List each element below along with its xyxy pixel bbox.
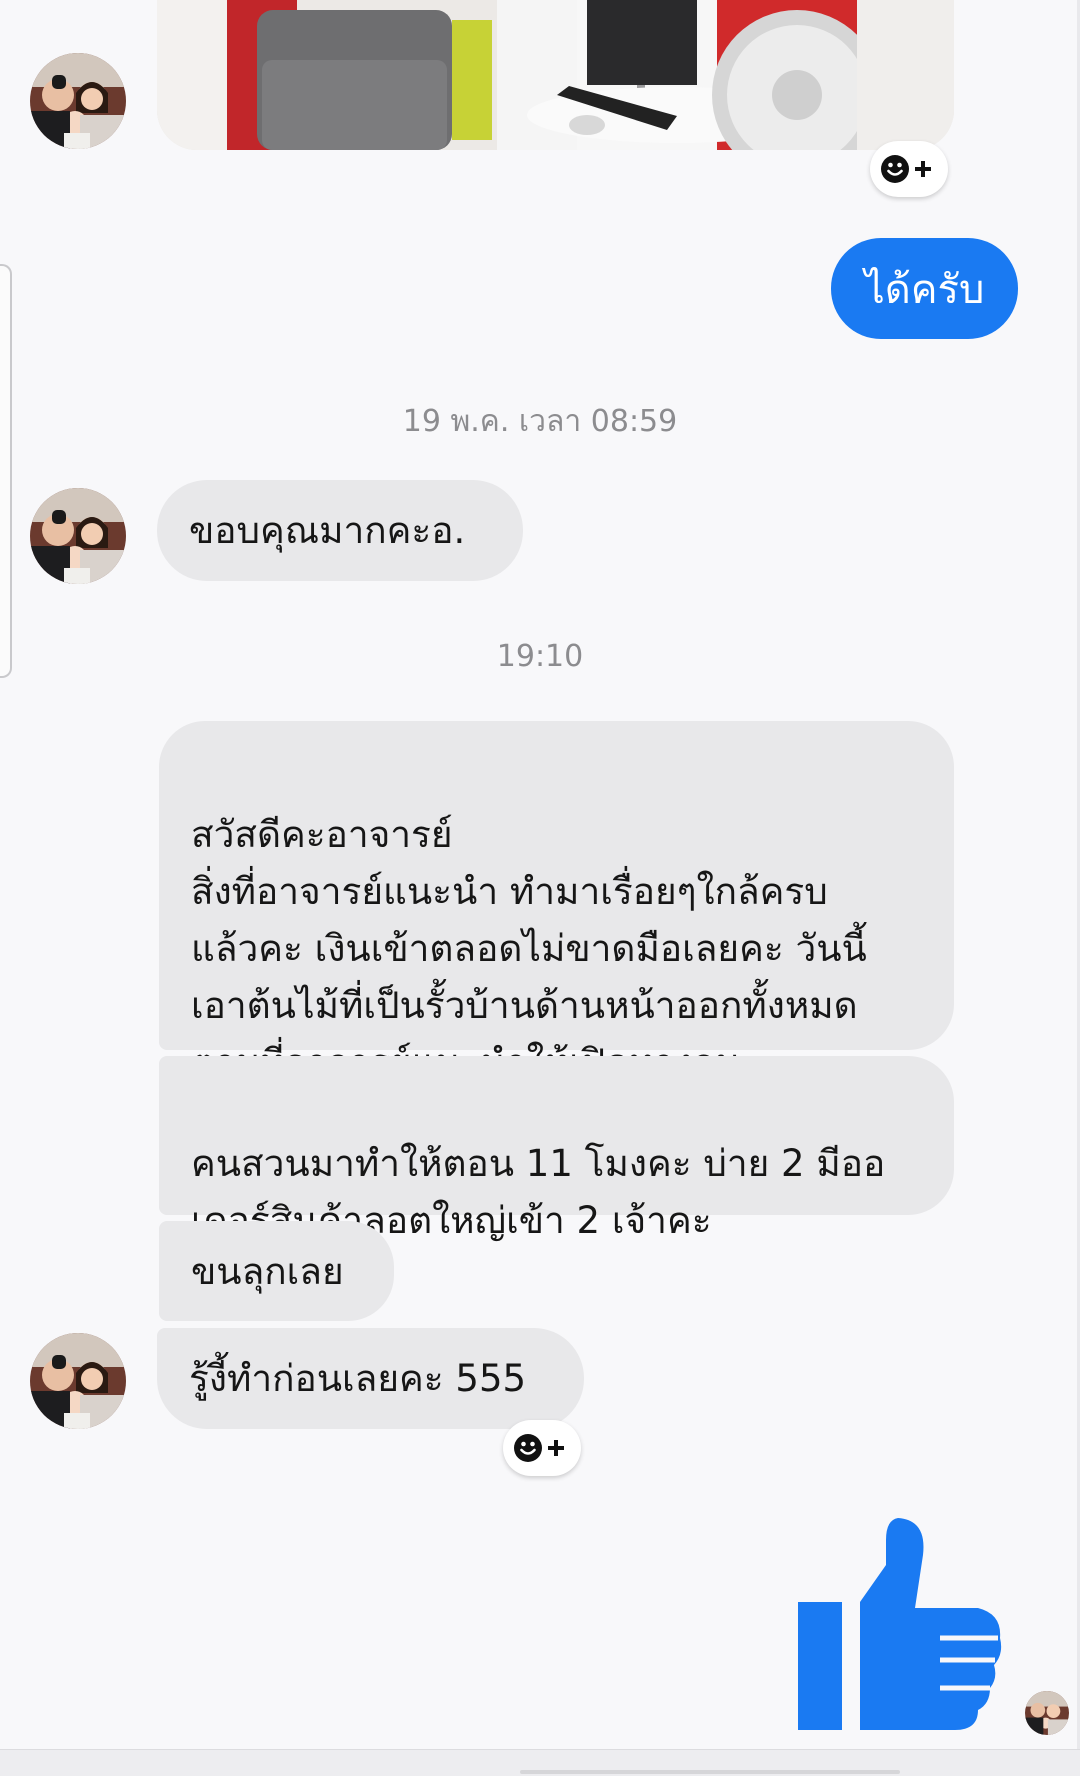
outgoing-message-bubble[interactable]: ได้ครับ [831, 238, 1018, 339]
contact-avatar[interactable] [30, 488, 126, 584]
contact-avatar[interactable] [30, 53, 126, 149]
message-text: ขอบคุณมากคะอ. [189, 509, 466, 552]
incoming-message-bubble[interactable]: สวัสดีคะอาจารย์ สิ่งที่อาจารย์แนะนำ ทำมา… [159, 721, 954, 1084]
message-text: ได้ครับ [864, 266, 985, 313]
message-text: สวัสดีคะอาจารย์ สิ่งที่อาจารย์แนะนำ ทำมา… [191, 813, 867, 1084]
message-timestamp: 19:10 [496, 639, 584, 674]
message-text: ขนลุกเลย [191, 1249, 344, 1293]
message-text: รู้งี้ทำก่อนเลยคะ 555 [189, 1357, 527, 1400]
side-panel-edge [0, 264, 12, 678]
incoming-message-bubble[interactable]: รู้งี้ทำก่อนเลยคะ 555 [157, 1328, 584, 1429]
profile-photo-icon [30, 53, 126, 149]
shared-photo[interactable] [157, 0, 954, 150]
incoming-message-bubble[interactable]: ขนลุกเลย [159, 1221, 394, 1321]
profile-photo-icon [30, 1333, 126, 1429]
smiley-plus-icon [881, 155, 931, 183]
room-photo-image [157, 0, 954, 150]
add-reaction-button[interactable] [503, 1420, 581, 1476]
incoming-message-bubble[interactable]: คนสวนมาทำให้ตอน 11 โมงคะ บ่าย 2 มีออ เดอ… [159, 1056, 954, 1242]
profile-photo-icon [30, 488, 126, 584]
bottom-bar [0, 1749, 1080, 1776]
message-timestamp: 19 พ.ค. เวลา 08:59 [402, 404, 678, 439]
smiley-plus-icon [514, 1434, 564, 1462]
bottom-handle[interactable] [520, 1770, 900, 1774]
thumbs-up-icon[interactable] [790, 1510, 1010, 1740]
seen-avatar [1025, 1691, 1069, 1735]
incoming-message-bubble[interactable]: ขอบคุณมากคะอ. [157, 480, 523, 581]
contact-avatar[interactable] [30, 1333, 126, 1429]
profile-photo-icon [1025, 1691, 1069, 1735]
add-reaction-button[interactable] [870, 141, 948, 197]
